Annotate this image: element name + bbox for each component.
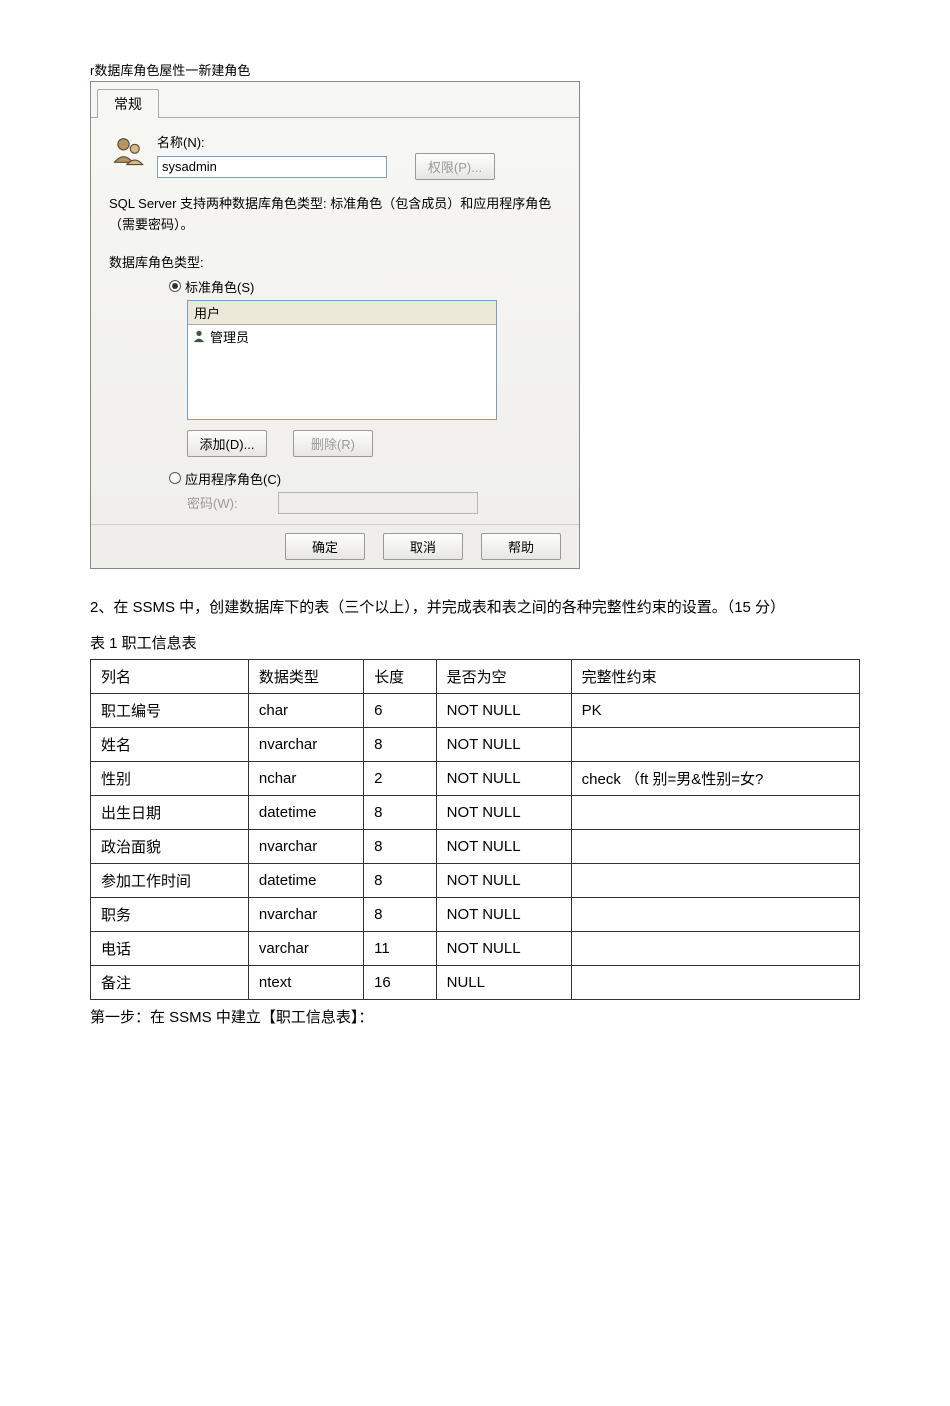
cell: NOT NULL	[436, 693, 571, 727]
member-icon	[192, 329, 206, 343]
role-dialog: 常规 名称(N): 权限(P)... SQL Server 支持两种数据库角色类…	[90, 81, 580, 569]
th-type: 数据类型	[248, 659, 363, 693]
table-row: 参加工作时间 datetime 8 NOT NULL	[91, 863, 860, 897]
cell: NULL	[436, 965, 571, 999]
cell: 性别	[91, 761, 249, 795]
cell: 2	[364, 761, 437, 795]
delete-button[interactable]: 删除(R)	[293, 430, 373, 457]
permissions-button[interactable]: 权限(P)...	[415, 153, 495, 180]
table-row: 性别 nchar 2 NOT NULL check （ft 别=男&性别=女?	[91, 761, 860, 795]
cell: 备注	[91, 965, 249, 999]
cell	[571, 795, 859, 829]
table-row: 职务 nvarchar 8 NOT NULL	[91, 897, 860, 931]
table-row: 备注 ntext 16 NULL	[91, 965, 860, 999]
add-button[interactable]: 添加(D)...	[187, 430, 267, 457]
th-null: 是否为空	[436, 659, 571, 693]
info-text: SQL Server 支持两种数据库角色类型: 标准角色（包含成员）和应用程序角…	[109, 194, 561, 236]
table-row: 政治面貌 nvarchar 8 NOT NULL	[91, 829, 860, 863]
cell: NOT NULL	[436, 931, 571, 965]
cell: 出生日期	[91, 795, 249, 829]
cell: ntext	[248, 965, 363, 999]
list-item-label: 管理员	[210, 327, 249, 346]
password-label: 密码(W):	[187, 493, 238, 512]
cell: NOT NULL	[436, 829, 571, 863]
role-icon	[109, 132, 147, 170]
cell: NOT NULL	[436, 795, 571, 829]
cell	[571, 965, 859, 999]
cell: 姓名	[91, 727, 249, 761]
cell: datetime	[248, 795, 363, 829]
cell: 8	[364, 795, 437, 829]
cell: 8	[364, 863, 437, 897]
cell	[571, 829, 859, 863]
dialog-body: 名称(N): 权限(P)... SQL Server 支持两种数据库角色类型: …	[91, 118, 579, 524]
cell: 8	[364, 727, 437, 761]
cell: nvarchar	[248, 897, 363, 931]
cell: char	[248, 693, 363, 727]
schema-table: 列名 数据类型 长度 是否为空 完整性约束 职工编号 char 6 NOT NU…	[90, 659, 860, 1000]
radio-standard[interactable]: 标准角色(S)	[169, 277, 561, 296]
cell	[571, 897, 859, 931]
cell: nvarchar	[248, 727, 363, 761]
ok-button[interactable]: 确定	[285, 533, 365, 560]
cell: 政治面貌	[91, 829, 249, 863]
name-input[interactable]	[157, 156, 387, 178]
cell: datetime	[248, 863, 363, 897]
cell: varchar	[248, 931, 363, 965]
cell: nvarchar	[248, 829, 363, 863]
list-item[interactable]: 管理员	[188, 325, 496, 348]
cell: 电话	[91, 931, 249, 965]
cell: NOT NULL	[436, 897, 571, 931]
user-listbox[interactable]: 用户 管理员	[187, 300, 497, 420]
listbox-header: 用户	[188, 301, 496, 325]
cell	[571, 863, 859, 897]
cell: 职务	[91, 897, 249, 931]
cell: PK	[571, 693, 859, 727]
th-len: 长度	[364, 659, 437, 693]
radio-dot-icon	[169, 280, 181, 292]
radio-app[interactable]: 应用程序角色(C)	[169, 469, 561, 488]
th-constraint: 完整性约束	[571, 659, 859, 693]
radio-app-label: 应用程序角色(C)	[185, 469, 281, 488]
table-caption: 表 1 职工信息表	[90, 632, 860, 653]
cell: 职工编号	[91, 693, 249, 727]
cell: NOT NULL	[436, 727, 571, 761]
cell: 参加工作时间	[91, 863, 249, 897]
cell: NOT NULL	[436, 761, 571, 795]
cancel-button[interactable]: 取消	[383, 533, 463, 560]
cell: nchar	[248, 761, 363, 795]
radio-dot-icon	[169, 472, 181, 484]
cell: check （ft 别=男&性别=女?	[571, 761, 859, 795]
password-input	[278, 492, 478, 514]
cell: 8	[364, 829, 437, 863]
tab-general[interactable]: 常规	[97, 89, 159, 118]
cell: 8	[364, 897, 437, 931]
name-label: 名称(N):	[157, 132, 561, 151]
tab-bar: 常规	[91, 82, 579, 118]
th-col: 列名	[91, 659, 249, 693]
window-title: r数据库角色屋性一新建角色	[90, 60, 860, 79]
radio-standard-label: 标准角色(S)	[185, 277, 254, 296]
cell: NOT NULL	[436, 863, 571, 897]
dialog-footer: 确定 取消 帮助	[91, 524, 579, 568]
table-row: 电话 varchar 11 NOT NULL	[91, 931, 860, 965]
cell	[571, 931, 859, 965]
table-row: 出生日期 datetime 8 NOT NULL	[91, 795, 860, 829]
help-button[interactable]: 帮助	[481, 533, 561, 560]
cell: 6	[364, 693, 437, 727]
table-row: 职工编号 char 6 NOT NULL PK	[91, 693, 860, 727]
cell: 11	[364, 931, 437, 965]
cell	[571, 727, 859, 761]
doc-paragraph: 2、在 SSMS 中，创建数据库下的表（三个以上），并完成表和表之间的各种完整性…	[90, 591, 860, 624]
table-row: 姓名 nvarchar 8 NOT NULL	[91, 727, 860, 761]
role-type-label: 数据库角色类型:	[109, 252, 561, 271]
step-text: 第一步：在 SSMS 中建立【职工信息表】：	[90, 1006, 860, 1027]
cell: 16	[364, 965, 437, 999]
